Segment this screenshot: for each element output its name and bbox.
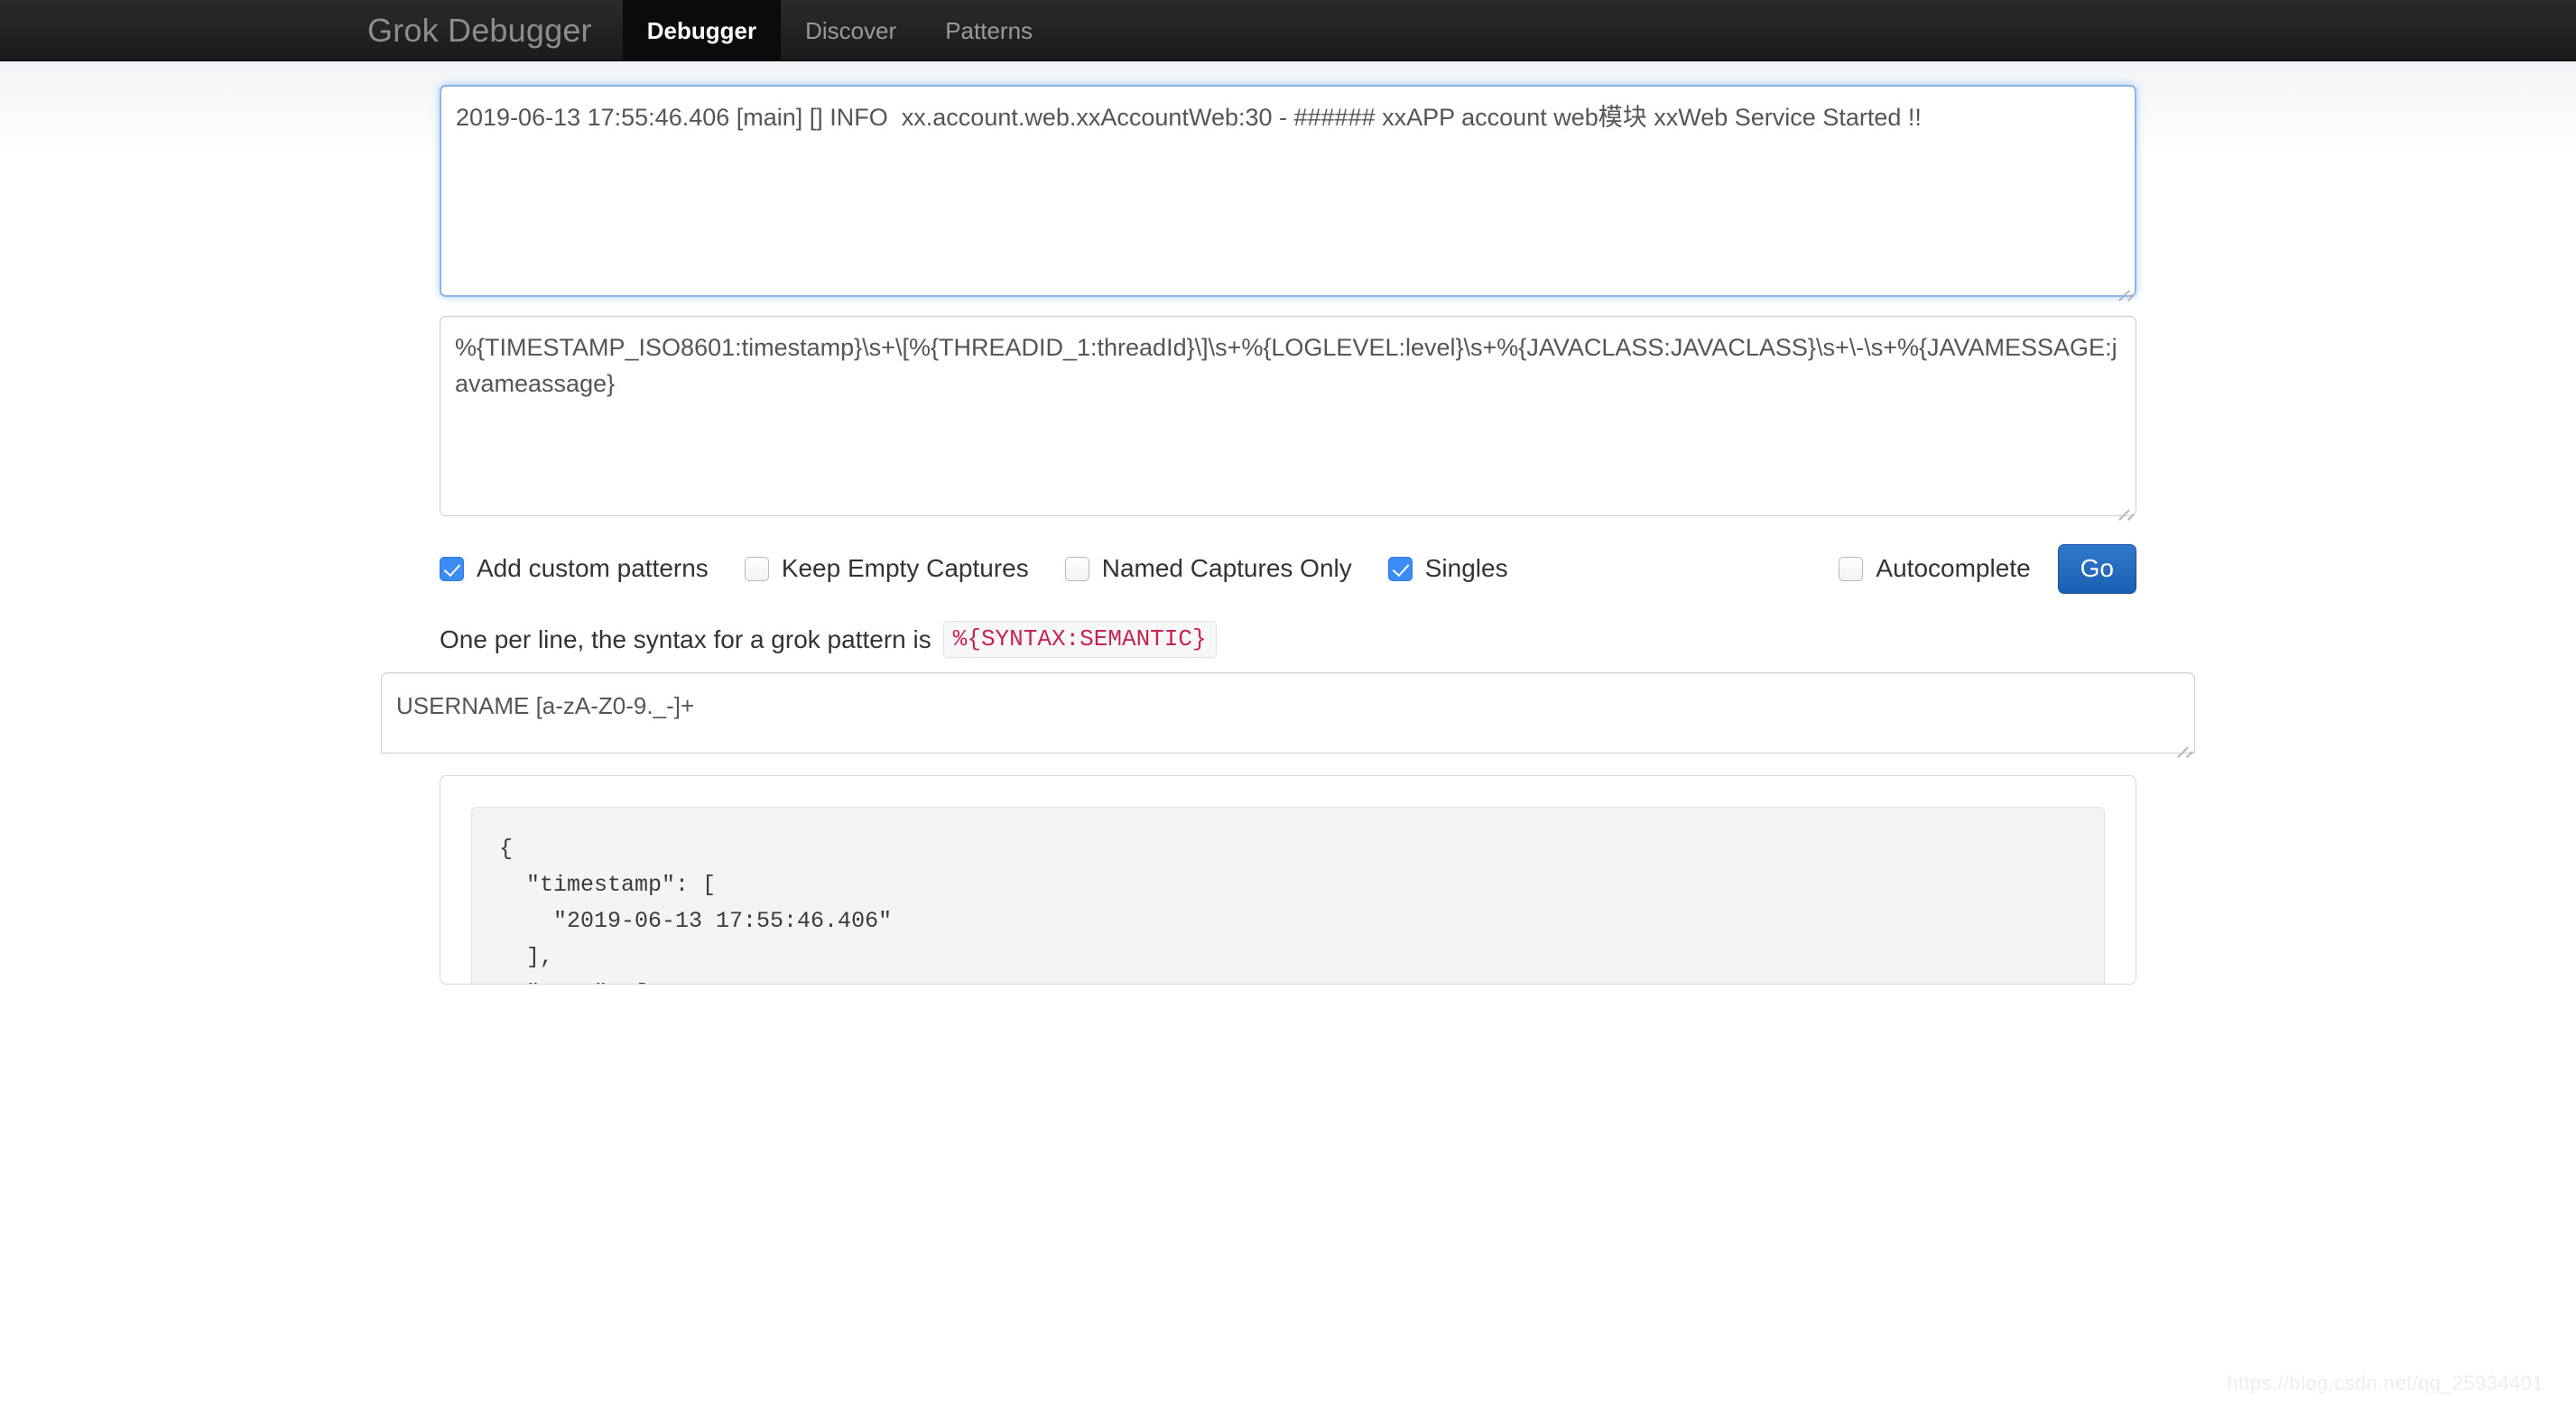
watermark-text: https://blog.csdn.net/qq_25934401 xyxy=(2227,1372,2544,1394)
result-panel: { "timestamp": [ "2019-06-13 17:55:46.40… xyxy=(440,775,2136,985)
tab-patterns[interactable]: Patterns xyxy=(921,0,1057,60)
go-button[interactable]: Go xyxy=(2057,543,2136,594)
grok-pattern-wrapper xyxy=(440,316,2136,516)
checkbox-named-captures-only[interactable] xyxy=(1064,556,1089,581)
tab-discover[interactable]: Discover xyxy=(781,0,921,60)
checkbox-keep-empty-captures[interactable] xyxy=(744,556,769,581)
options-row: Add custom patterns Keep Empty Captures … xyxy=(440,540,2136,597)
option-label: Keep Empty Captures xyxy=(781,554,1029,582)
option-autocomplete[interactable]: Autocomplete xyxy=(1839,554,2031,582)
custom-patterns-input[interactable] xyxy=(381,672,2195,754)
option-singles[interactable]: Singles xyxy=(1387,554,1508,582)
grok-syntax-hint: One per line, the syntax for a grok patt… xyxy=(440,621,2136,658)
option-add-custom-patterns[interactable]: Add custom patterns xyxy=(440,555,709,582)
tab-debugger[interactable]: Debugger xyxy=(622,0,782,60)
option-named-captures-only[interactable]: Named Captures Only xyxy=(1064,554,1352,582)
option-keep-empty-captures[interactable]: Keep Empty Captures xyxy=(744,554,1029,582)
log-input-wrapper xyxy=(440,85,2136,297)
option-label: Named Captures Only xyxy=(1101,554,1352,582)
hint-text: One per line, the syntax for a grok patt… xyxy=(440,624,931,653)
hint-code-chip: %{SYNTAX:SEMANTIC} xyxy=(942,621,1217,658)
top-navbar: Grok Debugger Debugger Discover Patterns xyxy=(0,0,2576,61)
option-label: Singles xyxy=(1424,554,1508,582)
grok-pattern-input[interactable] xyxy=(440,316,2136,516)
app-brand-title: Grok Debugger xyxy=(367,12,592,49)
checkbox-add-custom-patterns[interactable] xyxy=(440,556,464,581)
page-container: Add custom patterns Keep Empty Captures … xyxy=(367,61,2209,985)
checkbox-autocomplete[interactable] xyxy=(1839,556,1864,581)
sample-log-input[interactable] xyxy=(440,85,2136,297)
option-label: Autocomplete xyxy=(1876,554,2031,582)
navbar-inner: Grok Debugger Debugger Discover Patterns xyxy=(367,0,2209,60)
result-json-output: { "timestamp": [ "2019-06-13 17:55:46.40… xyxy=(471,807,2105,984)
debugger-form: Add custom patterns Keep Empty Captures … xyxy=(367,85,2209,985)
checkbox-singles[interactable] xyxy=(1387,556,1413,581)
custom-patterns-wrapper xyxy=(381,672,2195,754)
option-label: Add custom patterns xyxy=(477,554,709,582)
